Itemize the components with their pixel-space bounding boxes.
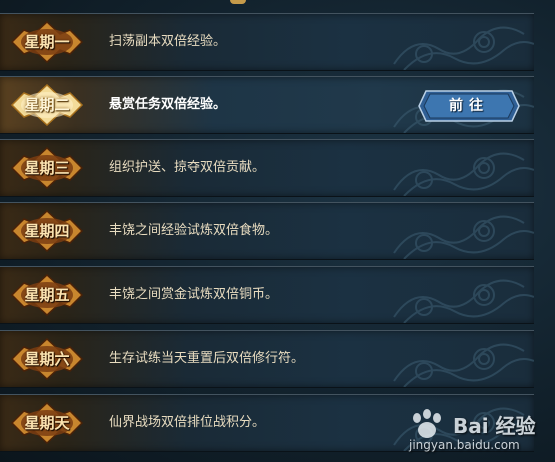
day-label: 星期六 (24, 350, 70, 368)
schedule-row: 星期六 生存试练当天重置后双倍修行符。 (0, 330, 534, 388)
bonus-description: 仙界战场双倍排位战积分。 (109, 415, 266, 430)
watermark-brand: Bai 经验 (453, 414, 536, 438)
day-label: 星期三 (24, 159, 70, 177)
day-label: 星期天 (24, 414, 70, 432)
bonus-description: 丰饶之间经验试炼双倍食物。 (109, 223, 279, 238)
day-badge: 星期一 (10, 20, 84, 64)
schedule-row: 星期四 丰饶之间经验试炼双倍食物。 (0, 202, 534, 260)
watermark-url: jingyan.baidu.com (409, 438, 520, 452)
day-badge: 星期二 (10, 83, 84, 127)
day-badge: 星期三 (10, 146, 84, 190)
bonus-description: 组织护送、掠夺双倍贡献。 (109, 160, 266, 175)
day-badge: 星期天 (10, 401, 84, 445)
schedule-row: 星期三 组织护送、掠夺双倍贡献。 (0, 139, 534, 197)
go-button[interactable]: 前往 (418, 90, 520, 122)
day-label: 星期二 (24, 96, 70, 114)
paw-icon (413, 409, 441, 438)
schedule-row: 星期五 丰饶之间赏金试炼双倍铜币。 (0, 266, 534, 324)
go-button-label: 前往 (449, 98, 489, 114)
day-label: 星期四 (24, 222, 70, 240)
weekly-bonus-panel: 星期一 扫荡副本双倍经验。星期二 悬赏任务双倍经验。 前往星期三 组织护送、掠夺双倍贡献… (0, 0, 555, 462)
schedule-row: 星期一 扫荡副本双倍经验。 (0, 13, 534, 71)
day-label: 星期五 (24, 286, 70, 304)
bonus-description: 悬赏任务双倍经验。 (109, 97, 227, 112)
watermark: Bai 经验 jingyan.baidu.com (407, 406, 547, 456)
day-label: 星期一 (24, 33, 70, 51)
bonus-description: 丰饶之间赏金试炼双倍铜币。 (109, 287, 279, 302)
bonus-description: 扫荡副本双倍经验。 (109, 34, 227, 49)
day-badge: 星期五 (10, 273, 84, 317)
day-badge: 星期六 (10, 337, 84, 381)
day-badge: 星期四 (10, 209, 84, 253)
bonus-description: 生存试练当天重置后双倍修行符。 (109, 351, 305, 366)
top-ornament (230, 0, 246, 4)
schedule-row: 星期二 悬赏任务双倍经验。 前往 (0, 76, 534, 134)
